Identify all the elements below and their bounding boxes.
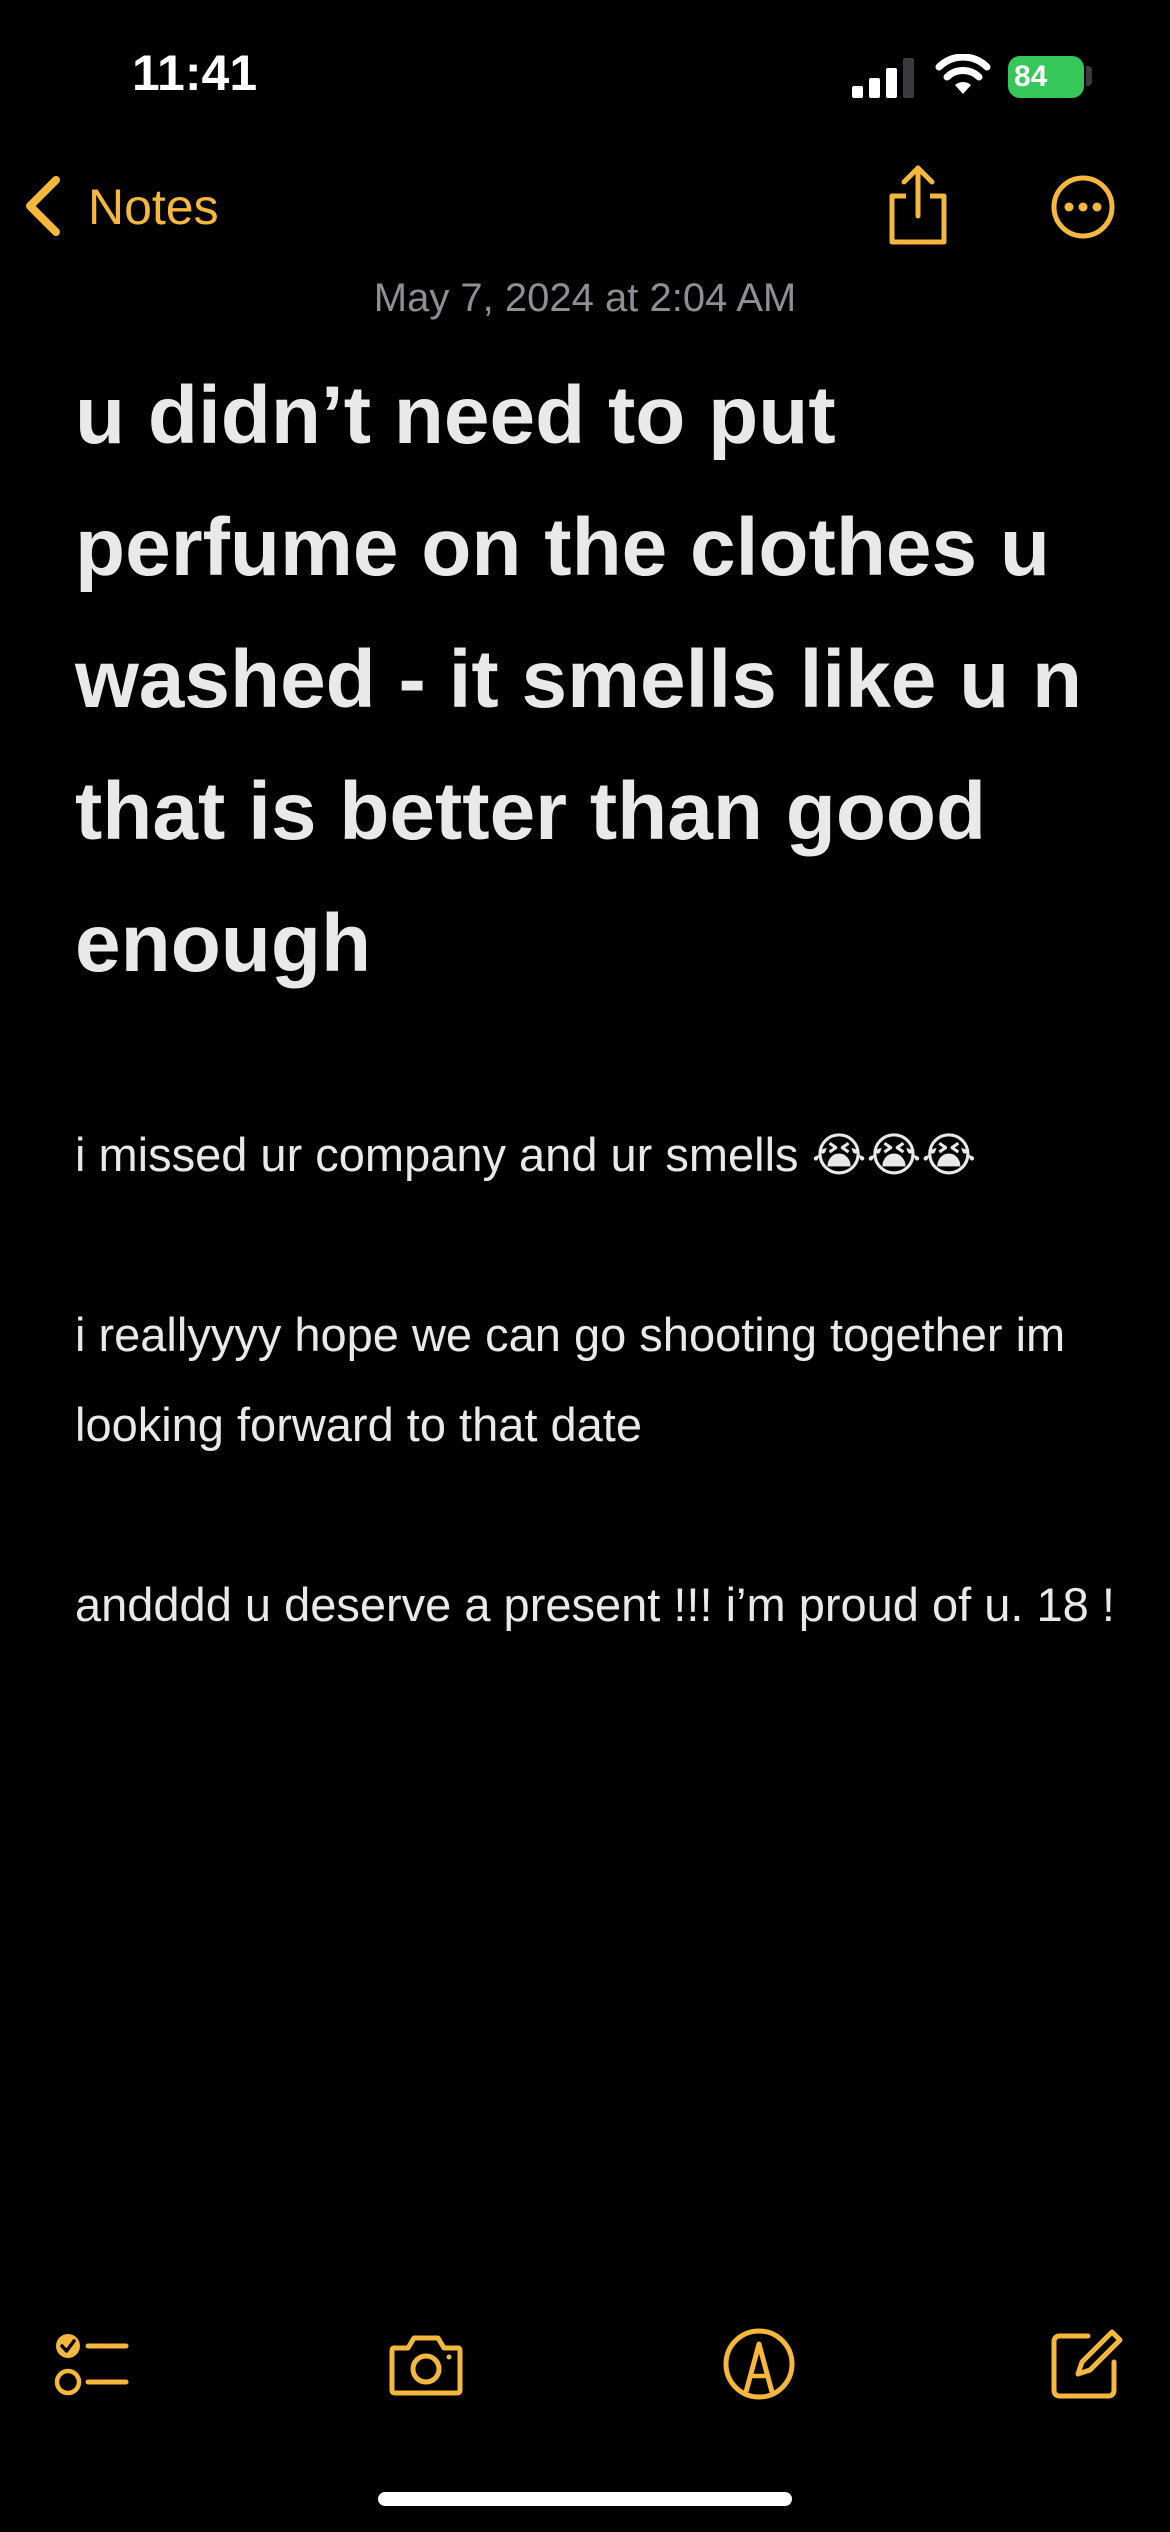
battery-indicator: 84 bbox=[1008, 56, 1084, 98]
status-time: 11:41 bbox=[132, 45, 258, 101]
note-title[interactable]: u didn’t need to put perfume on the clot… bbox=[75, 350, 1115, 1010]
wifi-icon bbox=[935, 54, 991, 94]
share-icon[interactable] bbox=[884, 164, 952, 246]
note-paragraph[interactable]: i missed ur company and ur smells 😭😭😭 bbox=[75, 1110, 1115, 1200]
battery-cap bbox=[1086, 66, 1092, 86]
camera-icon[interactable] bbox=[388, 2326, 464, 2402]
note-date: May 7, 2024 at 2:04 AM bbox=[373, 276, 797, 320]
cellular-signal-icon bbox=[852, 58, 914, 98]
back-button-label[interactable]: Notes bbox=[88, 178, 219, 236]
checklist-icon[interactable] bbox=[54, 2326, 130, 2402]
battery-percentage: 84 bbox=[1014, 60, 1048, 93]
markup-icon[interactable] bbox=[721, 2326, 797, 2402]
home-indicator[interactable] bbox=[378, 2492, 792, 2506]
chevron-left-icon[interactable] bbox=[20, 174, 68, 238]
note-paragraph[interactable]: andddd u deserve a present !!! i’m proud… bbox=[75, 1560, 1115, 1650]
note-paragraph[interactable]: i reallyyyy hope we can go shooting toge… bbox=[75, 1290, 1115, 1470]
compose-icon[interactable] bbox=[1048, 2326, 1124, 2402]
ellipsis-circle-icon[interactable] bbox=[1050, 174, 1116, 240]
